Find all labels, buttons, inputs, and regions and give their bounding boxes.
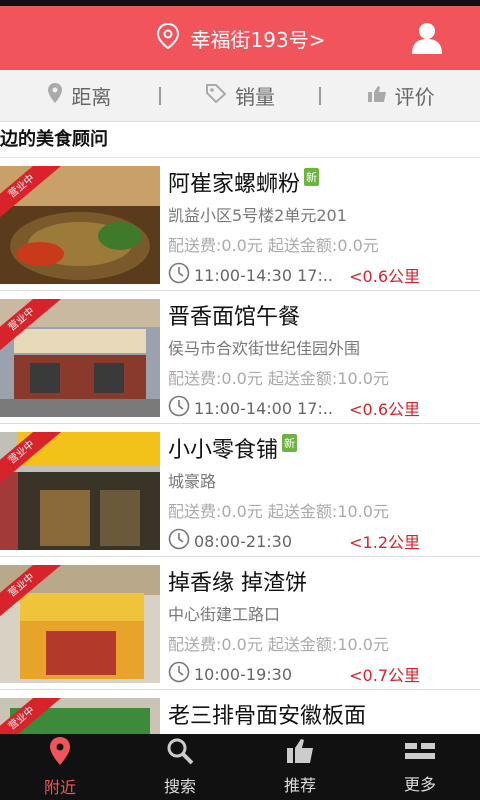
- restaurant-card[interactable]: 营业中 晋香面馆午餐 侯马市合欢街世纪佳园外围 配送费:0.0元 起送金额:10…: [0, 291, 480, 424]
- location-label: 幸福街193号>: [190, 27, 326, 52]
- opening-hours: 10:00-19:30: [168, 661, 340, 687]
- location-pin-icon: [155, 22, 191, 55]
- clock-icon: [168, 262, 194, 288]
- distance: <1.2公里: [349, 533, 420, 552]
- restaurant-address: 侯马市合欢街世纪佳园外围: [168, 339, 361, 358]
- hours-text: 08:00-21:30: [194, 531, 292, 551]
- restaurant-card[interactable]: 营业中 小小零食铺 新 城豪路 配送费:0.0元 起送金额:10.0元 08:0…: [0, 424, 480, 557]
- tab-more[interactable]: 更多: [360, 734, 480, 800]
- location-pin-icon: [49, 736, 71, 774]
- bottom-tab-bar: 附近 搜索 推荐 更多: [0, 734, 480, 800]
- clock-icon: [168, 395, 194, 421]
- location-selector[interactable]: 幸福街193号>: [155, 22, 326, 55]
- restaurant-address: 凯益小区5号楼2单元201: [168, 206, 347, 225]
- clock-icon: [168, 528, 194, 554]
- restaurant-name: 晋香面馆午餐: [168, 301, 480, 330]
- more-icon: [404, 739, 436, 771]
- filter-label: 距离: [71, 85, 112, 109]
- new-badge: 新: [282, 434, 298, 452]
- delivery-fees: 配送费:0.0元 起送金额:10.0元: [168, 369, 389, 388]
- opening-hours: 11:00-14:00 17:..: [168, 395, 340, 421]
- restaurant-address: 中心街建工路口: [168, 605, 281, 624]
- restaurant-photo: 营业中: [0, 565, 160, 683]
- hours-text: 11:00-14:30 17:..: [194, 265, 333, 285]
- filter-distance[interactable]: 距离: [0, 81, 159, 110]
- sort-filter-bar: 距离 销量 评价: [0, 70, 480, 122]
- filter-label: 销量: [235, 85, 275, 109]
- distance: <0.7公里: [349, 666, 420, 685]
- tag-icon: [205, 83, 235, 108]
- tab-recommend[interactable]: 推荐: [240, 734, 360, 800]
- restaurant-name: 阿崔家螺蛳粉 新: [168, 168, 480, 197]
- delivery-fees: 配送费:0.0元 起送金额:10.0元: [168, 635, 389, 654]
- location-pin-icon: [47, 82, 71, 109]
- top-bar: 幸福街193号>: [0, 6, 480, 70]
- filter-label: 评价: [394, 85, 435, 109]
- delivery-fees: 配送费:0.0元 起送金额:0.0元: [168, 236, 379, 255]
- tab-search[interactable]: 搜索: [120, 734, 240, 800]
- hours-text: 11:00-14:00 17:..: [194, 398, 333, 418]
- opening-hours: 08:00-21:30: [168, 528, 340, 554]
- restaurant-name: 小小零食铺 新: [168, 434, 480, 463]
- new-badge: 新: [304, 168, 320, 186]
- hours-text: 10:00-19:30: [194, 664, 292, 684]
- restaurant-name: 掉香缘 掉渣饼: [168, 567, 480, 596]
- delivery-fees: 配送费:0.0元 起送金额:10.0元: [168, 502, 389, 521]
- search-icon: [166, 737, 194, 773]
- restaurant-address: 城豪路: [168, 472, 217, 491]
- thumbs-up-icon: [286, 738, 314, 772]
- restaurant-name-text: 小小零食铺: [168, 438, 279, 463]
- tab-label: 更多: [403, 775, 436, 794]
- restaurant-name-text: 晋香面馆午餐: [168, 305, 301, 330]
- tab-label: 附近: [43, 778, 76, 797]
- tab-label: 搜索: [163, 777, 196, 796]
- distance: <0.6公里: [349, 267, 420, 286]
- restaurant-name: 老三排骨面安徽板面: [168, 700, 480, 729]
- restaurant-card[interactable]: 营业中 阿崔家螺蛳粉 新 凯益小区5号楼2单元201 配送费:0.0元 起送金额…: [0, 158, 480, 291]
- filter-sales[interactable]: 销量: [161, 81, 320, 110]
- user-avatar-icon[interactable]: [410, 20, 444, 58]
- restaurant-photo: 营业中: [0, 299, 160, 417]
- restaurant-list[interactable]: 营业中 阿崔家螺蛳粉 新 凯益小区5号楼2单元201 配送费:0.0元 起送金额…: [0, 158, 480, 742]
- section-title: 边的美食顾问: [0, 122, 480, 158]
- distance: <0.6公里: [349, 400, 420, 419]
- opening-hours: 11:00-14:30 17:..: [168, 262, 340, 288]
- restaurant-photo: 营业中: [0, 166, 160, 284]
- restaurant-photo: 营业中: [0, 432, 160, 550]
- tab-nearby[interactable]: 附近: [0, 734, 120, 800]
- restaurant-name-text: 掉香缘 掉渣饼: [168, 571, 307, 596]
- restaurant-card[interactable]: 营业中 掉香缘 掉渣饼 中心街建工路口 配送费:0.0元 起送金额:10.0元 …: [0, 557, 480, 690]
- restaurant-name-text: 阿崔家螺蛳粉: [168, 172, 301, 197]
- thumbs-up-icon: [367, 84, 395, 108]
- clock-icon: [168, 661, 194, 687]
- restaurant-name-text: 老三排骨面安徽板面: [168, 704, 367, 729]
- tab-label: 推荐: [283, 776, 316, 795]
- filter-rating[interactable]: 评价: [321, 81, 480, 110]
